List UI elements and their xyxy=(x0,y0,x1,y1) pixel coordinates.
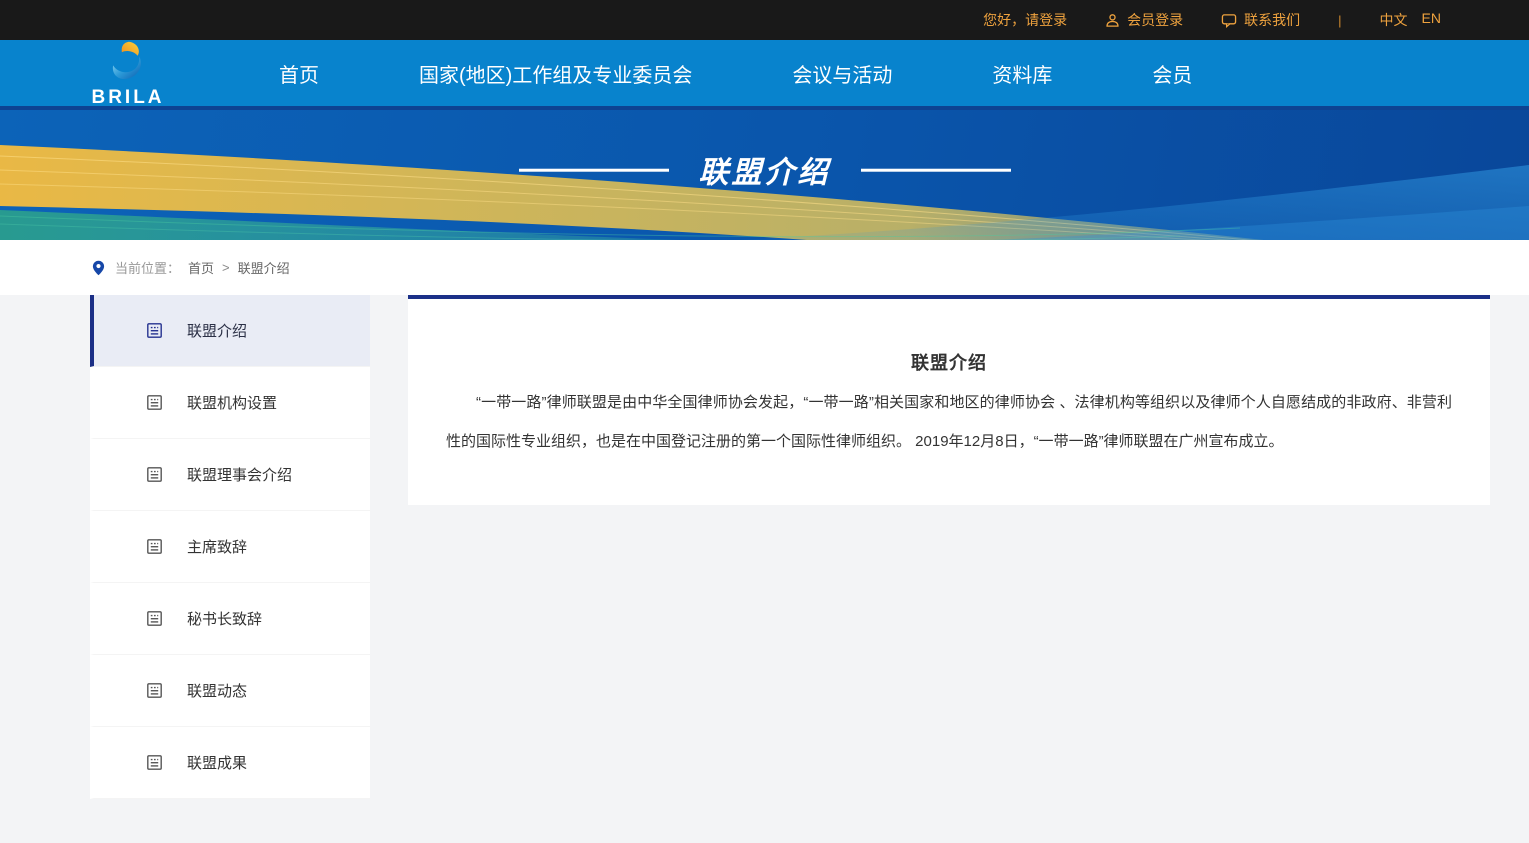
nav-item-meetings[interactable]: 会议与活动 xyxy=(792,59,892,88)
brand-name: BRILA xyxy=(91,88,164,107)
breadcrumb-home-link[interactable]: 首页 xyxy=(188,258,214,277)
contact-label: 联系我们 xyxy=(1244,10,1300,30)
breadcrumb-strip: 当前位置： 首页 > 联盟介绍 xyxy=(0,240,1529,295)
sidebar-item-label: 联盟动态 xyxy=(187,680,247,701)
breadcrumb-current: 联盟介绍 xyxy=(238,258,290,277)
language-switch: 中文 EN xyxy=(1380,10,1441,30)
content-area: 联盟介绍 联盟机构设置 联盟理事 xyxy=(0,295,1529,843)
sidebar-item-label: 联盟机构设置 xyxy=(187,392,277,413)
breadcrumb: 当前位置： 首页 > 联盟介绍 xyxy=(92,258,290,277)
nav-item-home[interactable]: 首页 xyxy=(279,59,319,88)
document-icon xyxy=(146,394,163,411)
main-content-card: 联盟介绍 “一带一路”律师联盟是由中华全国律师协会发起，“一带一路”相关国家和地… xyxy=(408,295,1490,505)
login-link-label: 您好，请登录 xyxy=(983,10,1067,30)
contact-link[interactable]: 联系我们 xyxy=(1221,10,1300,30)
sidebar-item-label: 联盟介绍 xyxy=(187,320,247,341)
chat-icon xyxy=(1221,13,1237,28)
lang-zh-link[interactable]: 中文 xyxy=(1380,10,1408,30)
topbar: 您好，请登录 会员登录 联系我们 | 中文 EN xyxy=(0,0,1529,40)
page-title: 联盟介绍 xyxy=(699,148,831,192)
sidebar-item-chairman-speech[interactable]: 主席致辞 xyxy=(90,511,370,583)
breadcrumb-separator: > xyxy=(222,260,230,275)
nav-links: 首页 国家(地区)工作组及专业委员会 会议与活动 资料库 会员 xyxy=(279,59,1192,88)
document-icon xyxy=(146,538,163,555)
page-banner: 联盟介绍 xyxy=(0,106,1529,240)
breadcrumb-label: 当前位置： xyxy=(115,258,180,277)
brand-logo-swirl-icon xyxy=(107,40,149,87)
sidebar-item-secretary-speech[interactable]: 秘书长致辞 xyxy=(90,583,370,655)
nav-item-library[interactable]: 资料库 xyxy=(992,59,1052,88)
sidebar-item-label: 联盟理事会介绍 xyxy=(187,464,292,485)
document-icon xyxy=(146,322,163,339)
nav-item-members[interactable]: 会员 xyxy=(1152,59,1192,88)
user-icon xyxy=(1105,13,1120,28)
login-link[interactable]: 您好，请登录 xyxy=(983,10,1067,30)
document-icon xyxy=(146,610,163,627)
sidebar-item-structure[interactable]: 联盟机构设置 xyxy=(90,367,370,439)
banner-title-row: 联盟介绍 xyxy=(0,148,1529,192)
sidebar-item-label: 秘书长致辞 xyxy=(187,608,262,629)
main-navbar: BRILA 首页 国家(地区)工作组及专业委员会 会议与活动 资料库 会员 xyxy=(0,40,1529,106)
sidebar-item-label: 主席致辞 xyxy=(187,536,247,557)
sidebar-item-intro[interactable]: 联盟介绍 xyxy=(90,295,370,367)
document-icon xyxy=(146,682,163,699)
sidebar-menu: 联盟介绍 联盟机构设置 联盟理事 xyxy=(90,295,370,799)
location-pin-icon xyxy=(92,260,105,276)
document-icon xyxy=(146,754,163,771)
sidebar-item-label: 联盟成果 xyxy=(187,752,247,773)
lang-en-link[interactable]: EN xyxy=(1422,10,1441,30)
banner-title-line-right xyxy=(861,168,1011,171)
sidebar-item-achievements[interactable]: 联盟成果 xyxy=(90,727,370,799)
content-title: 联盟介绍 xyxy=(446,349,1452,375)
topbar-divider: | xyxy=(1338,13,1341,28)
nav-item-workgroups[interactable]: 国家(地区)工作组及专业委员会 xyxy=(419,59,692,88)
sidebar-item-news[interactable]: 联盟动态 xyxy=(90,655,370,727)
banner-title-line-left xyxy=(519,168,669,171)
content-paragraph: “一带一路”律师联盟是由中华全国律师协会发起，“一带一路”相关国家和地区的律师协… xyxy=(446,383,1452,461)
sidebar-item-council[interactable]: 联盟理事会介绍 xyxy=(90,439,370,511)
member-login-label: 会员登录 xyxy=(1127,10,1183,30)
member-login-link[interactable]: 会员登录 xyxy=(1105,10,1183,30)
brand-logo[interactable]: BRILA xyxy=(80,40,176,107)
document-icon xyxy=(146,466,163,483)
